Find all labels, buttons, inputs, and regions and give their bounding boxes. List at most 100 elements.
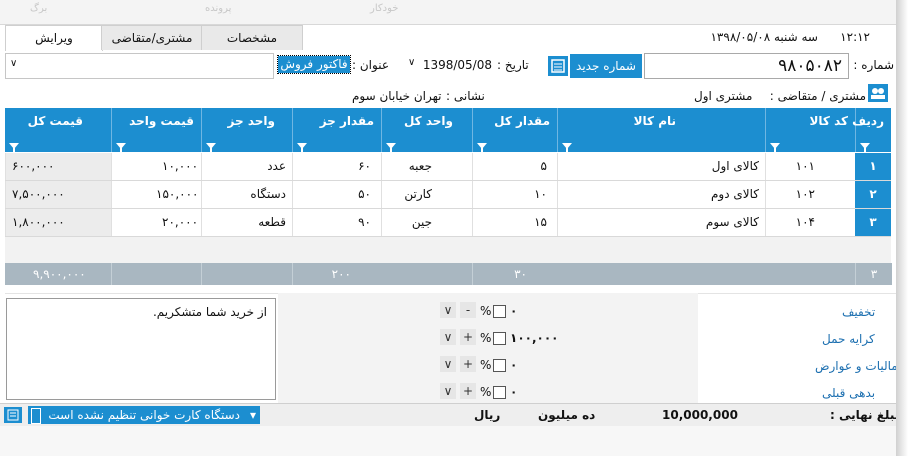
calculator-button[interactable] [4, 407, 22, 423]
new-number-button[interactable]: شماره جدید [570, 54, 642, 78]
sign-button[interactable]: + [460, 329, 476, 345]
card-reader-status: دستگاه کارت خوانی تنظیم نشده است [48, 408, 240, 422]
cell-name[interactable]: کالای اول [557, 153, 765, 180]
cell-subqty[interactable]: ۹۰ [292, 209, 381, 236]
previous-debt-value[interactable]: ۰ [510, 385, 517, 399]
sign-button[interactable]: - [460, 302, 476, 318]
cell-qty[interactable]: ۱۵ [472, 209, 557, 236]
tax-label: مالیات و عوارض [815, 359, 898, 373]
cell-unit[interactable]: کارتن [381, 181, 472, 208]
items-table-header: ردیف کد کالا نام کالا مقدار کل واحد کل م… [5, 108, 892, 153]
clock-time: ۱۲:۱۲ [840, 30, 870, 44]
total-count: ۳ [855, 263, 892, 285]
column-label: قیمت واحد [129, 114, 194, 128]
percent-label: % [480, 385, 492, 399]
title-value[interactable]: فاکتور فروش [277, 55, 351, 74]
window-shadow [896, 0, 908, 456]
cell-unit-price[interactable]: ۲۰,۰۰۰ [111, 209, 201, 236]
filter-icon[interactable] [477, 143, 487, 153]
tab-customer[interactable]: مشتری/متقاضی [101, 25, 203, 50]
title-combo[interactable]: ∨ [5, 53, 274, 79]
filter-icon[interactable] [860, 143, 870, 153]
percent-checkbox[interactable] [493, 386, 506, 399]
cell-name[interactable]: کالای دوم [557, 181, 765, 208]
tab-edit[interactable]: ویرایش [5, 25, 103, 51]
date-picker[interactable]: ∨ 1398/05/08 [404, 57, 492, 75]
chevron-down-icon[interactable]: ∨ [440, 302, 456, 318]
total-empty [201, 263, 293, 285]
sign-button[interactable]: + [460, 356, 476, 372]
table-row[interactable]: ۳ ۱۰۴ کالای سوم ۱۵ جین ۹۰ قطعه ۲۰,۰۰۰ ۱,… [5, 209, 891, 237]
cell-subqty[interactable]: ۵۰ [292, 181, 381, 208]
col-subunit[interactable]: واحد جز [201, 108, 293, 153]
number-field[interactable]: ۹۸۰۵۰۸۲ [644, 53, 849, 79]
filter-icon[interactable] [9, 143, 19, 153]
percent-checkbox[interactable] [493, 332, 506, 345]
chevron-down-icon[interactable]: ∨ [440, 329, 456, 345]
cell-qty[interactable]: ۱۰ [472, 181, 557, 208]
col-unit[interactable]: واحد کل [381, 108, 473, 153]
total-qty: ۳۰ [472, 263, 557, 285]
cell-total: ۶۰۰,۰۰۰ [5, 153, 111, 180]
bottom-clipped-area [0, 426, 908, 456]
card-reader-icon [31, 408, 41, 424]
calculator-icon [551, 59, 565, 73]
filter-icon[interactable] [770, 143, 780, 153]
people-icon [871, 88, 885, 99]
card-reader-selector[interactable]: ▾ دستگاه کارت خوانی تنظیم نشده است [28, 406, 260, 424]
cell-code[interactable]: ۱۰۲ [765, 181, 855, 208]
note-textarea[interactable]: از خرید شما متشکریم. [6, 298, 276, 400]
chevron-down-icon[interactable]: ∨ [440, 383, 456, 399]
col-name[interactable]: نام کالا [557, 108, 766, 153]
filter-icon[interactable] [206, 143, 216, 153]
cell-subunit[interactable]: عدد [201, 153, 292, 180]
number-label: شماره : [853, 58, 894, 72]
tax-value[interactable]: ۰ [510, 358, 517, 372]
col-total-price[interactable]: قیمت کل [5, 108, 111, 153]
sign-button[interactable]: + [460, 383, 476, 399]
tab-label: مشتری/متقاضی [111, 31, 193, 45]
filter-icon[interactable] [386, 143, 396, 153]
customer-value: مشتری اول [694, 89, 753, 103]
calculator-button[interactable] [548, 56, 568, 76]
table-row[interactable]: ۲ ۱۰۲ کالای دوم ۱۰ کارتن ۵۰ دستگاه ۱۵۰,۰… [5, 181, 891, 209]
totals-row: ۳ ۳۰ ۲۰۰ ۹,۹۰۰,۰۰۰ [5, 263, 892, 285]
table-row[interactable]: ۱ ۱۰۱ کالای اول ۵ جعبه ۶۰ عدد ۱۰,۰۰۰ ۶۰۰… [5, 153, 891, 181]
cell-unit[interactable]: جین [381, 209, 472, 236]
col-code[interactable]: کد کالا [765, 108, 856, 153]
col-index[interactable]: ردیف [852, 108, 892, 153]
currency-label: ریال [474, 408, 501, 422]
cell-unit[interactable]: جعبه [381, 153, 472, 180]
percent-checkbox[interactable] [493, 305, 506, 318]
filter-icon[interactable] [297, 143, 307, 153]
col-unit-price[interactable]: قیمت واحد [111, 108, 202, 153]
shipping-label: کرایه حمل [822, 332, 875, 346]
cell-qty[interactable]: ۵ [472, 153, 557, 180]
cell-code[interactable]: ۱۰۴ [765, 209, 855, 236]
chevron-down-icon[interactable]: ∨ [440, 356, 456, 372]
row-index: ۱ [855, 153, 891, 180]
column-label: قیمت کل [27, 114, 83, 128]
status-bar: ▾ دستگاه کارت خوانی تنظیم نشده است ریال … [0, 403, 908, 426]
tab-specs[interactable]: مشخصات [201, 25, 303, 50]
shipping-value[interactable]: ۱۰۰,۰۰۰ [510, 331, 559, 345]
cell-name[interactable]: کالای سوم [557, 209, 765, 236]
percent-checkbox[interactable] [493, 359, 506, 372]
col-qty[interactable]: مقدار کل [472, 108, 558, 153]
cell-unit-price[interactable]: ۱۵۰,۰۰۰ [111, 181, 201, 208]
table-empty-area [5, 237, 891, 263]
cell-code[interactable]: ۱۰۱ [765, 153, 855, 180]
cell-subunit[interactable]: دستگاه [201, 181, 292, 208]
cell-unit-price[interactable]: ۱۰,۰۰۰ [111, 153, 201, 180]
tab-label: مشخصات [226, 31, 278, 45]
filter-icon[interactable] [116, 143, 126, 153]
chevron-down-icon: ∨ [10, 58, 18, 69]
customer-button[interactable] [868, 84, 888, 102]
filter-icon[interactable] [562, 143, 572, 153]
discount-value[interactable]: ۰ [510, 304, 517, 318]
col-subqty[interactable]: مقدار جز [292, 108, 382, 153]
cell-subunit[interactable]: قطعه [201, 209, 292, 236]
cell-subqty[interactable]: ۶۰ [292, 153, 381, 180]
column-label: واحد جز [227, 114, 275, 128]
address-label: نشانی : [446, 89, 485, 103]
